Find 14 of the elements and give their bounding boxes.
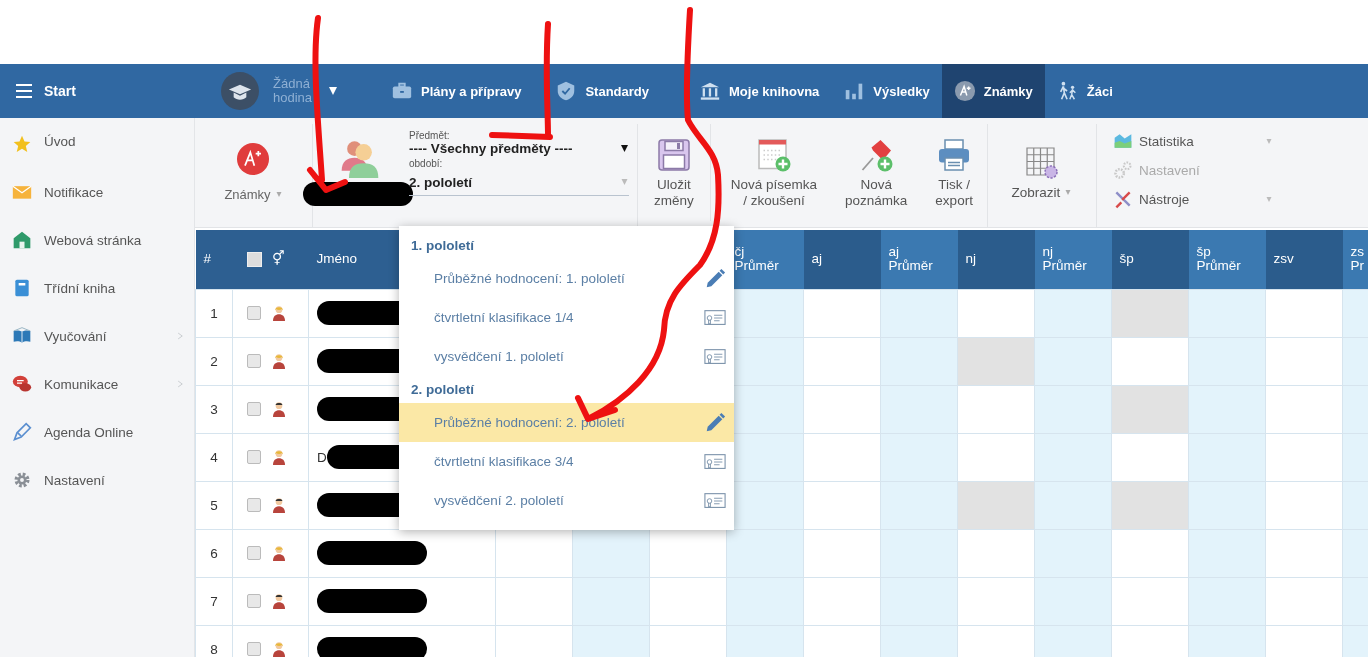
row-number: 5 (195, 481, 233, 529)
row-number: 1 (195, 289, 233, 337)
row-number: 7 (195, 577, 233, 625)
row-number: 3 (195, 385, 233, 433)
gender-symbol: ⚥ (271, 250, 285, 267)
menu-group-heading: 2. pololetí (410, 381, 475, 399)
field-label: období: (409, 158, 443, 169)
row-number: 2 (195, 337, 233, 385)
row-number: 6 (195, 529, 233, 577)
field-label: Předmět: (409, 130, 450, 141)
row-number: 8 (195, 625, 233, 657)
menu-group-heading: 1. pololetí (410, 237, 475, 255)
row-number: 4 (195, 433, 233, 481)
student-name: D (317, 449, 327, 465)
